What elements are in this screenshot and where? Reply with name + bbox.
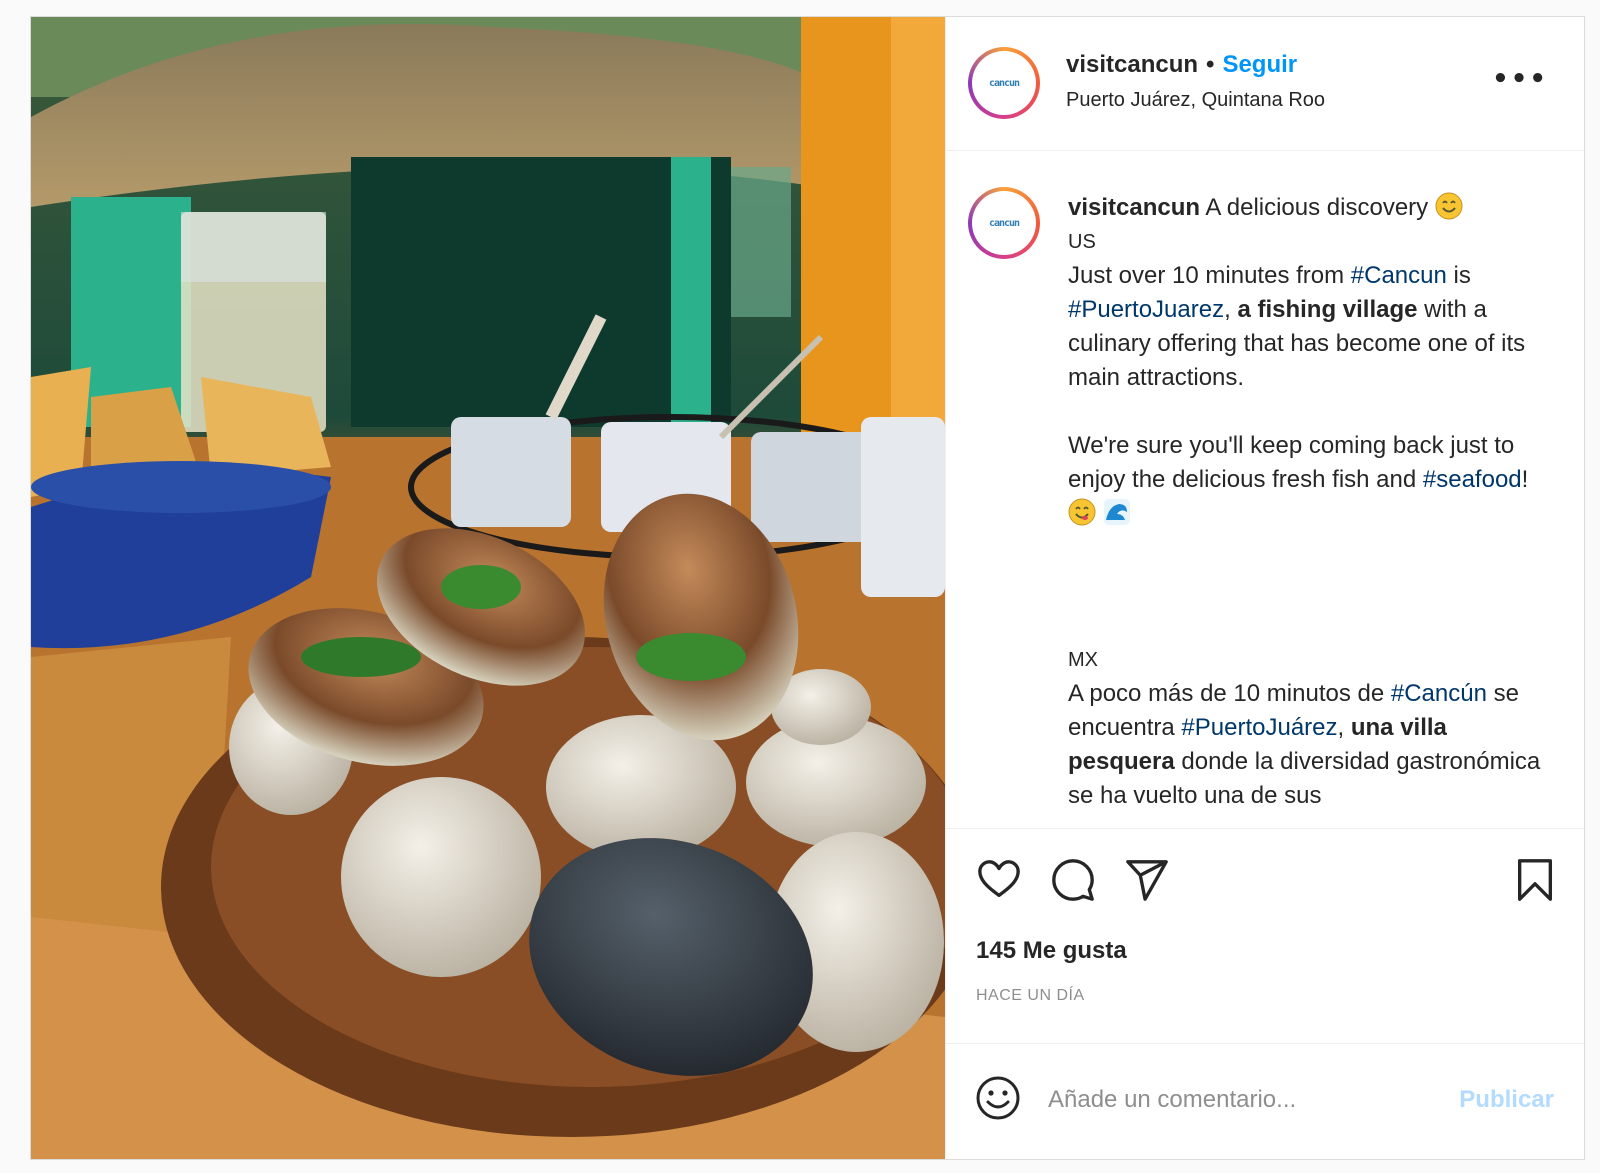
caption-country-mx: MX [1068, 649, 1098, 671]
caption-title-line: visitcancun A delicious discovery [1068, 191, 1558, 225]
instagram-post: cancun visitcancun • Seguir Puerto Juárez,… [30, 16, 1585, 1160]
smiling-face-emoji-icon [1435, 192, 1463, 220]
caption-text-span: is [1446, 262, 1471, 289]
caption-avatar-logo-text: cancun [988, 217, 1020, 229]
separator-dot: • [1206, 51, 1215, 78]
action-bar: 145 Me gusta HACE UN DÍA [946, 829, 1584, 1044]
caption-bold-text: a fishing village [1237, 296, 1418, 323]
avatar-inner: cancun [972, 51, 1036, 115]
hashtag-link[interactable]: #PuertoJuarez [1068, 296, 1224, 323]
caption-text-span: , [1337, 714, 1351, 741]
caption-text-span: ! [1521, 466, 1529, 493]
yum-face-emoji-icon [1068, 498, 1096, 526]
avatar[interactable]: cancun [968, 47, 1040, 119]
follow-button[interactable]: Seguir [1222, 51, 1297, 78]
comment-bar: Publicar [946, 1044, 1584, 1159]
caption-title: A delicious discovery [1205, 194, 1429, 221]
hashtag-link[interactable]: #seafood [1423, 466, 1522, 493]
comment-icon[interactable] [1050, 857, 1096, 903]
smile-icon[interactable] [974, 1074, 1022, 1122]
post-sidebar: cancun visitcancun • Seguir Puerto Juárez,… [945, 17, 1584, 1159]
header-username[interactable]: visitcancun [1066, 51, 1198, 78]
caption-text-span: Just over 10 minutes from [1068, 262, 1351, 289]
heart-icon[interactable] [976, 857, 1022, 903]
caption-scroll-area[interactable]: cancun visitcancun A delicious discovery… [946, 151, 1584, 829]
hashtag-link[interactable]: #Cancun [1351, 262, 1447, 289]
caption-username[interactable]: visitcancun [1068, 194, 1200, 221]
caption-text-span: A poco más de 10 minutos de [1068, 680, 1391, 707]
caption-us-paragraph-1: Just over 10 minutes from #Cancun is #Pu… [1068, 259, 1558, 395]
caption-avatar-inner: cancun [972, 191, 1036, 255]
avatar-logo-text: cancun [988, 77, 1020, 89]
caption-avatar[interactable]: cancun [968, 187, 1040, 259]
hashtag-link[interactable]: #PuertoJuárez [1181, 714, 1337, 741]
caption-text: visitcancun A delicious discovery US Jus… [1068, 191, 1558, 813]
publish-button[interactable]: Publicar [1459, 1086, 1554, 1114]
hashtag-link[interactable]: #Cancún [1391, 680, 1487, 707]
post-photo[interactable] [31, 17, 945, 1159]
food-photo-illustration [31, 17, 945, 1159]
location-link[interactable]: Puerto Juárez, Quintana Roo [1066, 89, 1325, 112]
caption-country-us: US [1068, 231, 1096, 253]
caption-text-span: , [1224, 296, 1238, 323]
share-icon[interactable] [1124, 857, 1170, 903]
header-title-line: visitcancun • Seguir [1066, 51, 1297, 79]
wave-emoji-icon [1103, 499, 1130, 525]
caption-mx-paragraph-1: A poco más de 10 minutos de #Cancún se e… [1068, 677, 1558, 813]
bookmark-icon[interactable] [1512, 857, 1558, 903]
post-timestamp[interactable]: HACE UN DÍA [976, 987, 1085, 1005]
more-options-icon[interactable]: ••• [1492, 66, 1548, 92]
comment-input[interactable] [1046, 1076, 1430, 1124]
likes-count[interactable]: 145 Me gusta [976, 937, 1127, 965]
caption-us-paragraph-2: We're sure you'll keep coming back just … [1068, 429, 1558, 531]
post-header: cancun visitcancun • Seguir Puerto Juárez,… [946, 17, 1584, 151]
